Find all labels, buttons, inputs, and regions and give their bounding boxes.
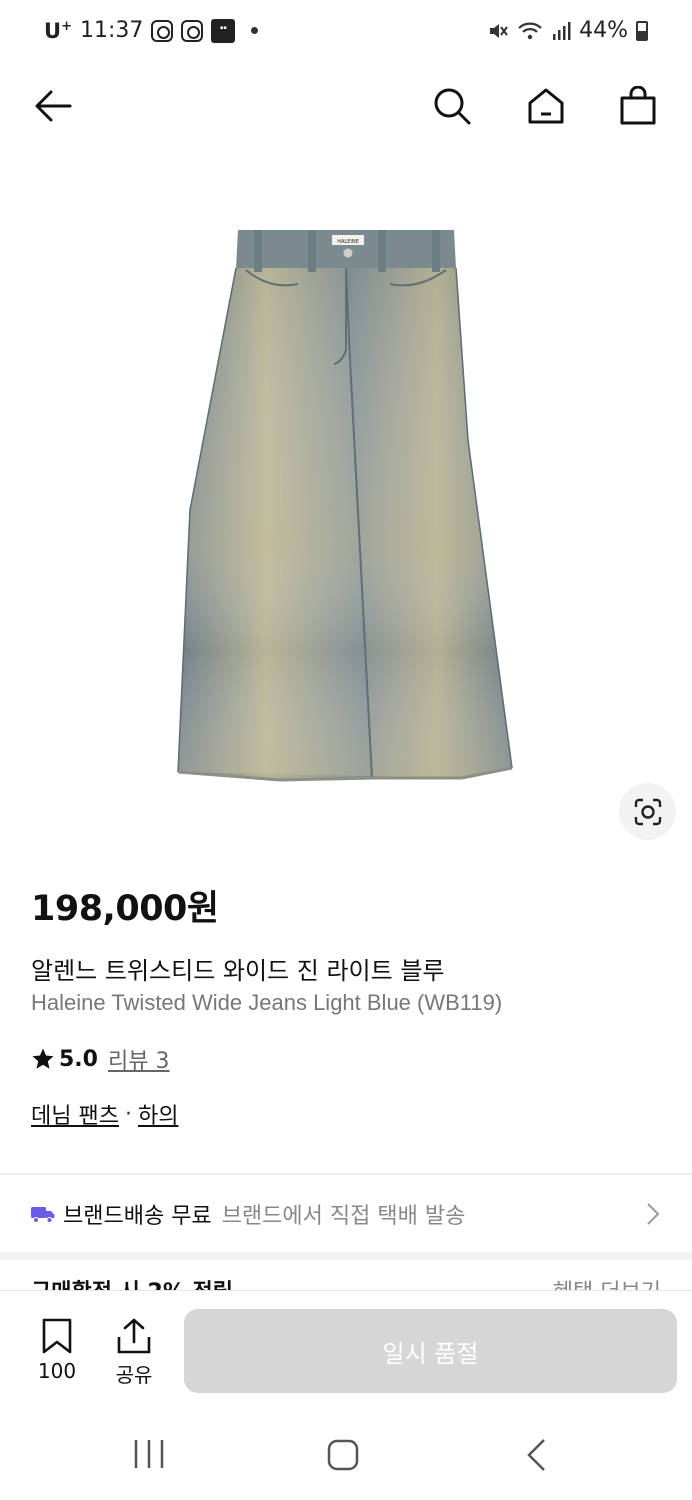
category-row: 데님 팬츠 · 하의 <box>31 1098 178 1130</box>
shopping-bag-icon <box>620 86 656 125</box>
arrow-left-icon <box>35 90 72 122</box>
review-link[interactable]: 리뷰 3 <box>108 1043 169 1075</box>
battery-icon <box>636 20 648 41</box>
back-system-button[interactable] <box>524 1438 548 1476</box>
home-button[interactable] <box>524 84 568 128</box>
system-nav-bar <box>0 1410 692 1500</box>
home-square-icon <box>327 1439 359 1471</box>
waist-label: HALEINE <box>337 239 359 245</box>
app-notification-icon: ▪▪ <box>211 18 236 43</box>
shipping-sub: 브랜드에서 직접 택배 발송 <box>221 1204 466 1229</box>
more-notifications-dot <box>251 27 259 34</box>
cart-button[interactable] <box>616 84 660 128</box>
product-name-korean: 알렌느 트위스티드 와이드 진 라이트 블루 <box>31 957 445 985</box>
home-system-button[interactable] <box>326 1438 360 1476</box>
recent-apps-icon <box>134 1440 164 1468</box>
chevron-right-icon <box>647 1203 660 1225</box>
shipping-info-row[interactable]: 브랜드배송 무료 브랜드에서 직접 택배 발송 <box>0 1176 692 1252</box>
category-link-denim-pants[interactable]: 데님 팬츠 <box>31 1098 119 1130</box>
share-label: 공유 <box>115 1363 153 1387</box>
rating-row: 5.0 리뷰 3 <box>31 1043 169 1075</box>
back-button[interactable] <box>30 84 74 128</box>
carrier-label: U+ <box>44 18 72 43</box>
rating-value: 5.0 <box>59 1046 98 1072</box>
product-price: 198,000원 <box>31 889 219 929</box>
mute-icon <box>490 23 508 38</box>
top-nav <box>0 66 692 150</box>
status-left: U+ 11:37 ▪▪ <box>44 18 259 43</box>
shipping-label: 브랜드배송 무료 <box>63 1204 212 1229</box>
product-name-english: Haleine Twisted Wide Jeans Light Blue (W… <box>31 990 503 1015</box>
share-icon <box>117 1318 151 1354</box>
star-icon <box>32 1048 54 1069</box>
bookmark-count: 100 <box>37 1359 77 1383</box>
visual-search-button[interactable] <box>619 783 676 840</box>
benefit-row[interactable]: 구매확정 시 2% 적립 혜택 더보기 <box>31 1268 661 1292</box>
lens-icon <box>634 798 661 825</box>
share-button[interactable]: 공유 <box>104 1317 164 1388</box>
section-separator <box>0 1252 692 1260</box>
instagram-icon <box>151 19 174 42</box>
bottom-action-bar: 100 공유 일시 품절 <box>0 1290 692 1410</box>
buy-button-sold-out[interactable]: 일시 품절 <box>184 1309 677 1393</box>
recent-apps-button[interactable] <box>132 1438 166 1474</box>
bookmark-button[interactable]: 100 <box>27 1317 87 1383</box>
jeans-illustration: HALEINE <box>177 230 513 782</box>
status-right: 44% <box>487 18 648 43</box>
category-link-bottoms[interactable]: 하의 <box>138 1098 178 1130</box>
category-separator: · <box>124 1101 132 1127</box>
status-bar: U+ 11:37 ▪▪ 44% <box>0 0 692 66</box>
truck-icon <box>31 1207 55 1223</box>
wifi-icon <box>518 22 542 39</box>
signal-icon <box>553 21 571 40</box>
clock: 11:37 <box>79 18 144 43</box>
home-icon <box>528 88 564 124</box>
bookmark-icon <box>42 1318 72 1354</box>
instagram-icon <box>181 19 204 42</box>
battery-percent: 44% <box>579 18 628 43</box>
search-button[interactable] <box>430 84 474 128</box>
chevron-left-icon <box>527 1439 545 1471</box>
search-icon <box>434 88 471 125</box>
product-image[interactable]: HALEINE <box>150 190 550 800</box>
divider <box>0 1173 692 1175</box>
